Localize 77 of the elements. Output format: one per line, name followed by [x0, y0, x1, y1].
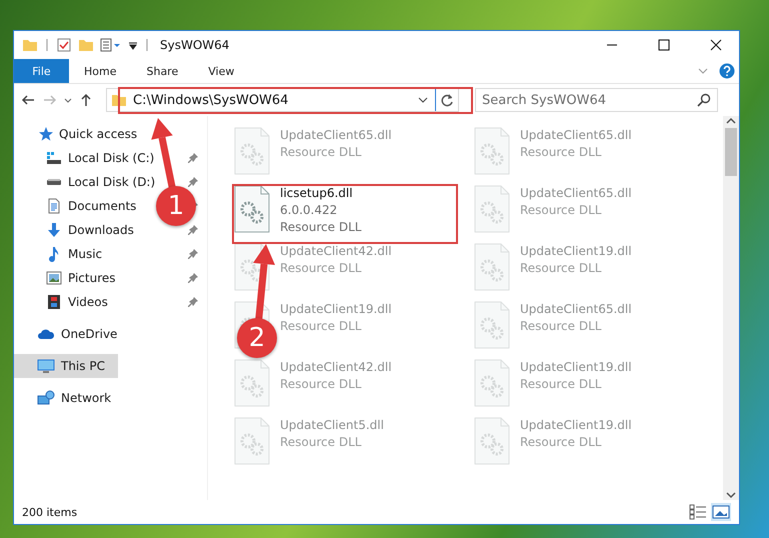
- recent-locations-button[interactable]: [64, 98, 72, 102]
- sidebar-item[interactable]: Music: [14, 242, 152, 266]
- file-version: 6.0.0.422: [280, 202, 338, 219]
- file-name: UpdateClient65.dll: [520, 301, 632, 318]
- window-title: SysWOW64: [160, 38, 230, 52]
- ribbon-tab[interactable]: View: [193, 59, 250, 83]
- folder-icon: [22, 37, 38, 53]
- sidebar-item[interactable]: Pictures: [14, 266, 152, 290]
- scrollbar-thumb[interactable]: [725, 128, 737, 176]
- file-type: Resource DLL: [520, 434, 602, 451]
- file-name: UpdateClient42.dll: [280, 243, 392, 260]
- file-name: UpdateClient65.dll: [520, 127, 632, 144]
- sidebar-item[interactable]: Documents: [14, 194, 152, 218]
- sidebar-item[interactable]: Quick access: [14, 122, 138, 146]
- file-name: UpdateClient19.dll: [520, 359, 632, 376]
- sidebar-item[interactable]: Local Disk (C:): [14, 146, 154, 170]
- close-icon: [710, 39, 722, 51]
- search-icon: [697, 93, 711, 107]
- sidebar-item[interactable]: Network: [14, 386, 118, 410]
- file-type: Resource DLL: [520, 260, 602, 277]
- file-type: Resource DLL: [280, 260, 362, 277]
- ribbon-tab[interactable]: Share: [131, 59, 194, 83]
- film-icon: [46, 294, 62, 310]
- sidebar-item[interactable]: Local Disk (D:): [14, 170, 156, 194]
- file-type: Resource DLL: [520, 202, 602, 219]
- scrollbar[interactable]: [723, 116, 739, 500]
- sidebar-item[interactable]: This PC: [14, 354, 118, 378]
- file-name: UpdateClient65.dll: [280, 127, 392, 144]
- network-icon: [37, 390, 55, 406]
- picture-icon: [46, 270, 62, 286]
- scroll-up-icon: [725, 116, 737, 126]
- maximize-icon: [658, 39, 670, 51]
- file-name: UpdateClient19.dll: [280, 301, 392, 318]
- monitor-icon: [37, 358, 55, 374]
- file-type: Resource DLL: [280, 144, 362, 161]
- file-name: UpdateClient65.dll: [520, 185, 632, 202]
- file-name: UpdateClient5.dll: [280, 417, 384, 434]
- ribbon-tab[interactable]: Home: [69, 59, 132, 83]
- help-icon: [719, 63, 735, 79]
- drive-icon: [46, 150, 62, 166]
- file-name: UpdateClient19.dll: [520, 243, 632, 260]
- address-path: C:\Windows\SysWOW64: [133, 92, 290, 108]
- refresh-icon: [440, 93, 454, 107]
- sidebar-item[interactable]: Videos: [14, 290, 152, 314]
- address-bar[interactable]: C:\Windows\SysWOW64: [106, 88, 459, 112]
- search-field[interactable]: Search SysWOW64: [475, 88, 718, 112]
- file-name: licsetup6.dll: [280, 185, 354, 202]
- separator-icon: [144, 37, 150, 53]
- folder-icon: [111, 92, 127, 108]
- file-name: UpdateClient19.dll: [520, 417, 632, 434]
- star-icon: [37, 126, 53, 142]
- separator-icon: [44, 37, 50, 53]
- chevron-down-icon: [64, 98, 72, 102]
- folder-icon: [78, 37, 94, 53]
- picture-icon: [712, 504, 730, 520]
- file-name: UpdateClient42.dll: [280, 359, 392, 376]
- file-type: Resource DLL: [520, 144, 602, 161]
- file-menu-tab[interactable]: File: [14, 59, 69, 83]
- properties-icon: [100, 37, 122, 53]
- file-type: Resource DLL: [520, 376, 602, 393]
- drive-icon: [46, 178, 62, 186]
- list-view-icon: [689, 504, 707, 520]
- file-type: Resource DLL: [280, 219, 362, 236]
- download-arrow-icon: [46, 222, 62, 238]
- sidebar-item[interactable]: Downloads: [14, 218, 152, 242]
- document-icon: [46, 198, 62, 214]
- details-view-button[interactable]: [689, 504, 707, 520]
- checkmark-icon: [56, 37, 72, 53]
- file-type: Resource DLL: [280, 376, 362, 393]
- scroll-down-icon: [725, 490, 737, 500]
- file-type: Resource DLL: [280, 318, 362, 335]
- large-icons-view-button[interactable]: [711, 503, 731, 521]
- file-type: Resource DLL: [520, 318, 602, 335]
- file-type: Resource DLL: [280, 434, 362, 451]
- help-button[interactable]: [719, 63, 735, 79]
- item-count: 200 items: [22, 506, 78, 518]
- sidebar-item[interactable]: OneDrive: [14, 322, 118, 346]
